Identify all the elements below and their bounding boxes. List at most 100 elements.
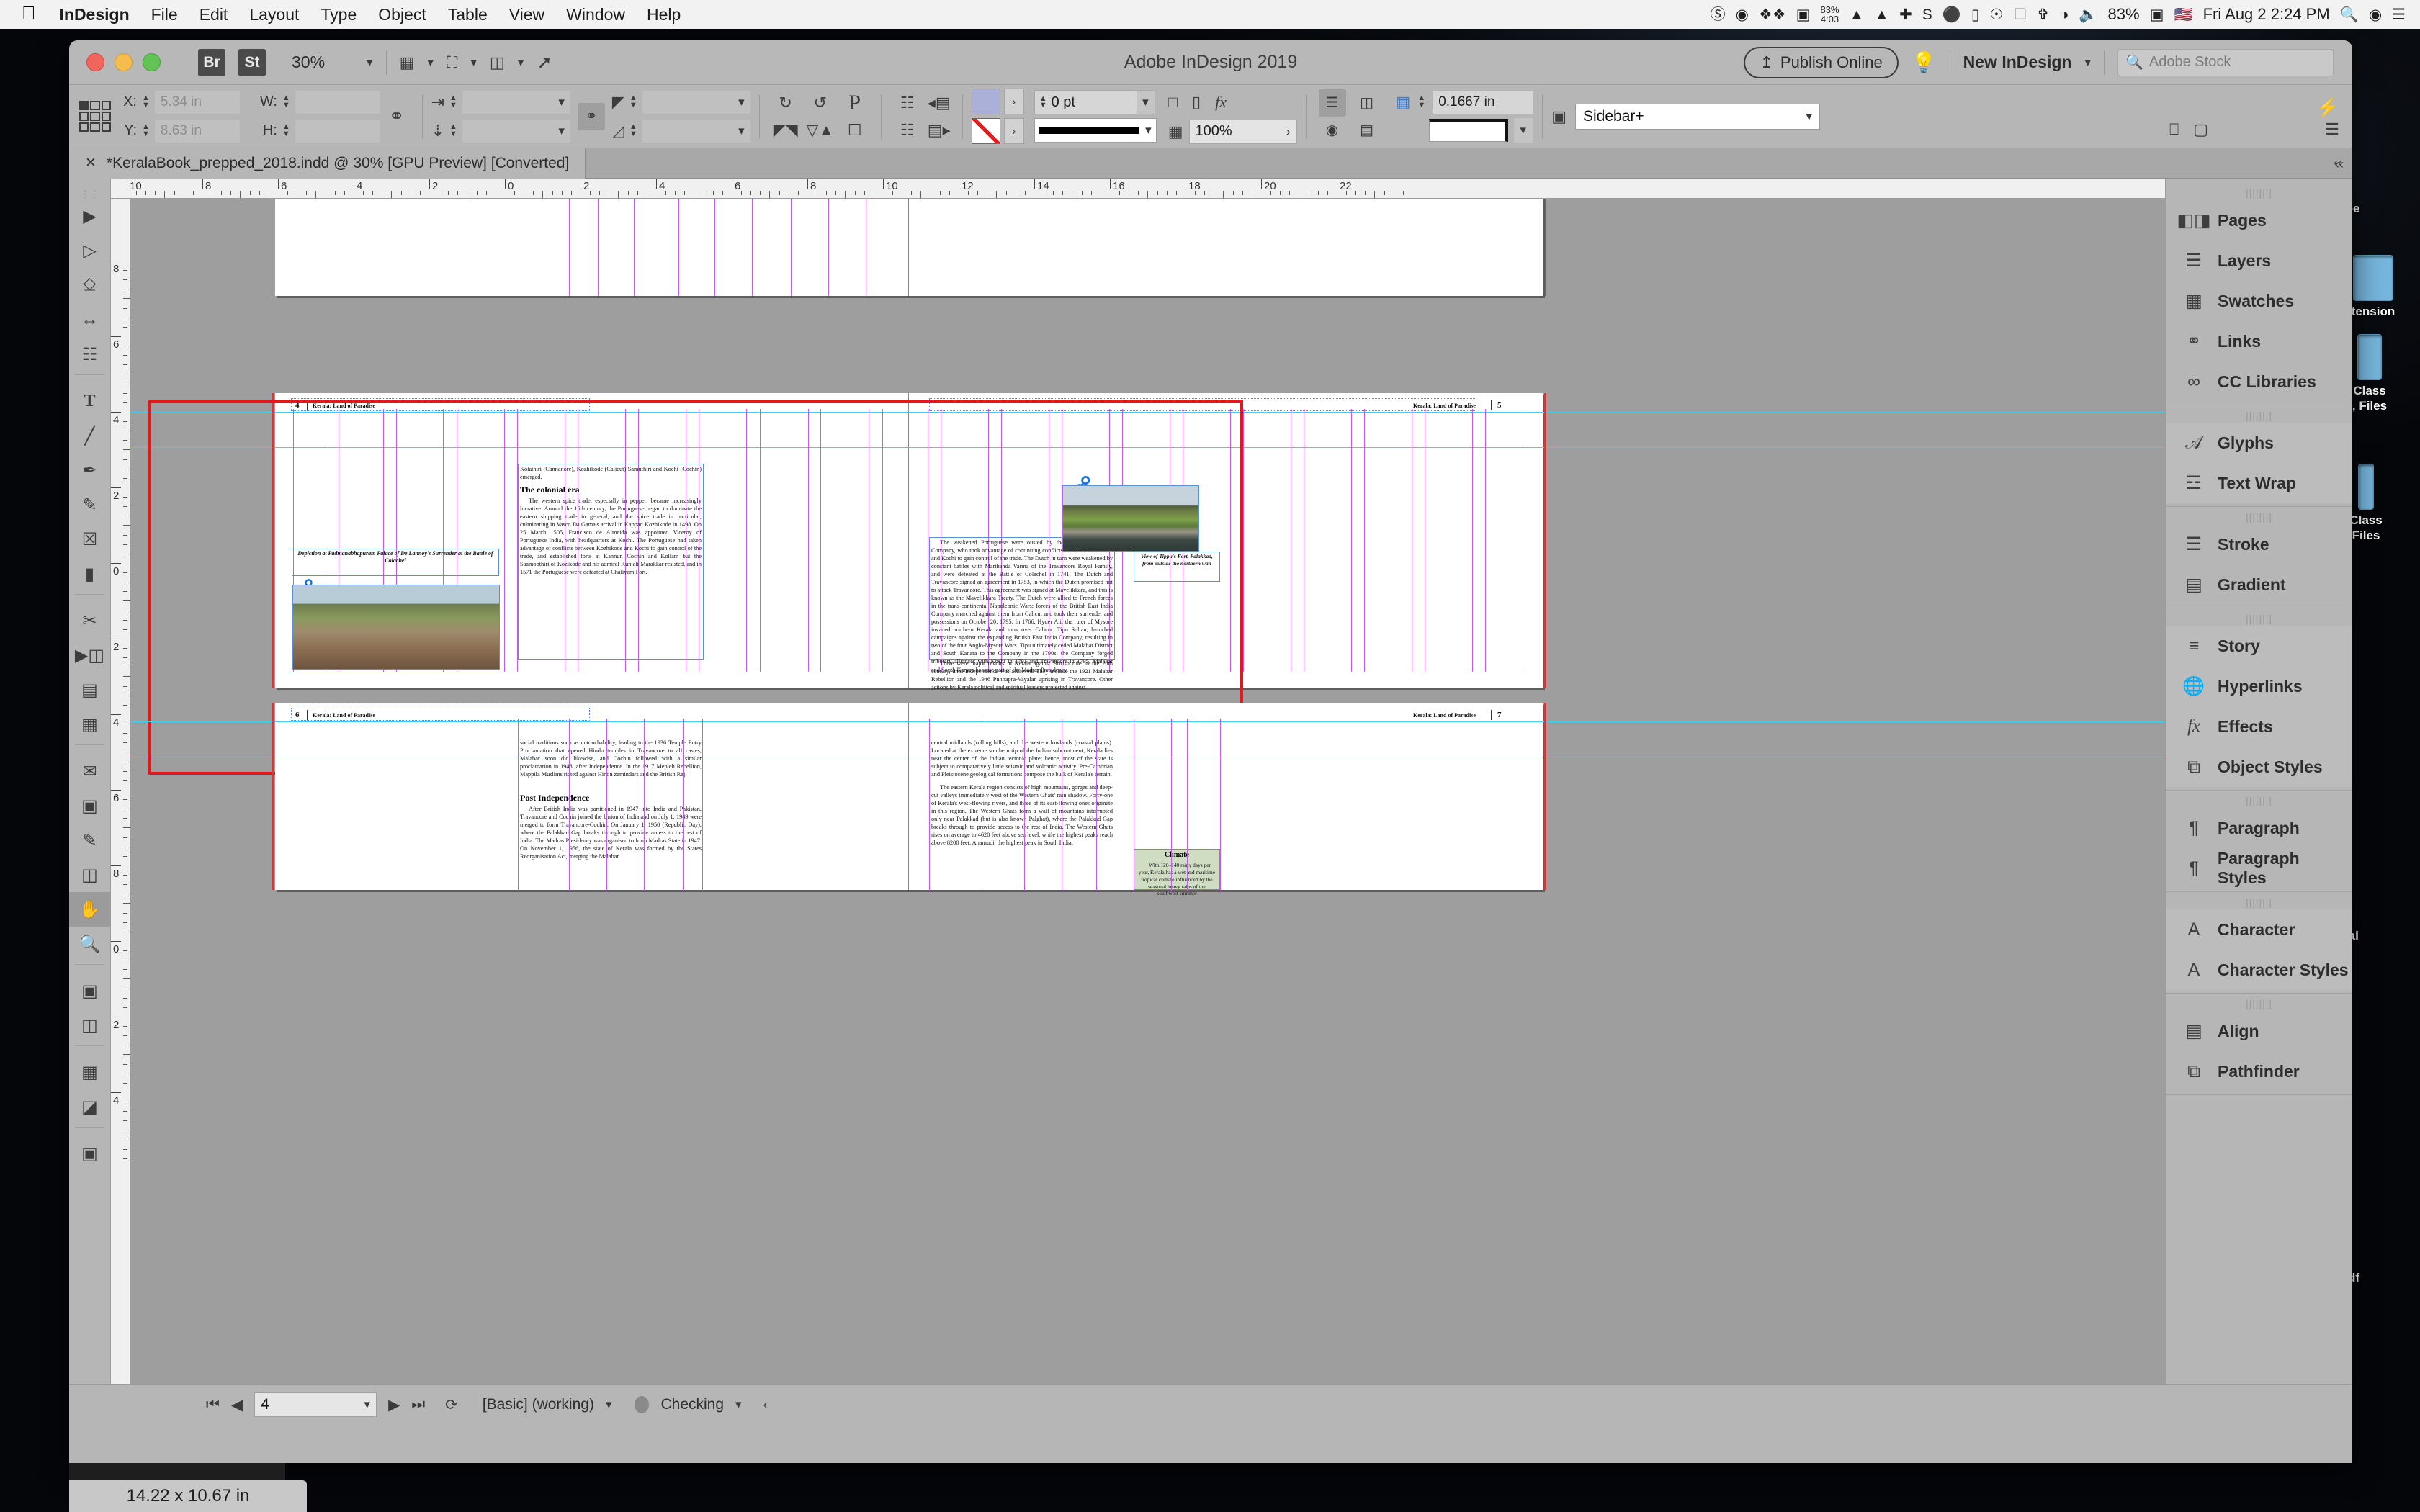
dock-group-grip[interactable]: |||||||| xyxy=(2166,793,2352,808)
stroke-type-chevron-down-icon[interactable]: ▾ xyxy=(1139,123,1152,138)
fill-color-swatch[interactable] xyxy=(972,89,1000,114)
h-input[interactable] xyxy=(295,120,380,143)
preflight-status[interactable]: Checking xyxy=(660,1396,724,1413)
rectangle-frame-tool[interactable]: ☒ xyxy=(69,522,110,557)
backup-icon[interactable]: ▲ xyxy=(1850,7,1865,22)
accessibility-icon[interactable]: ☉ xyxy=(1989,7,2003,22)
free-transform-tool[interactable]: ▶◫ xyxy=(69,638,110,672)
clear-overrides-icon[interactable]: ⎕ xyxy=(2169,120,2179,139)
shear-stepper[interactable]: ▲▼ xyxy=(628,124,639,138)
document-tab[interactable]: ✕ *KeralaBook_prepped_2018.indd @ 30% [G… xyxy=(69,148,586,179)
display-icon[interactable]: ▣ xyxy=(1796,7,1811,22)
y-stepper[interactable]: ▲▼ xyxy=(140,124,151,138)
menu-item-file[interactable]: File xyxy=(140,5,189,24)
battery-label[interactable]: 83% xyxy=(2108,5,2140,24)
stroke-weight-stepper[interactable]: ▲▼ xyxy=(1035,96,1052,109)
behance-icon[interactable]: ➚ xyxy=(537,51,552,73)
climate-body[interactable]: With 120–140 rainy days per year, Kerala… xyxy=(1138,862,1216,897)
x-stepper[interactable]: ▲▼ xyxy=(140,95,151,109)
droplet-icon[interactable]: ⚫ xyxy=(1942,7,1961,22)
note-tool[interactable]: ✉ xyxy=(69,754,110,788)
menu-item-indesign[interactable]: InDesign xyxy=(49,5,140,24)
screen-mode-icon[interactable]: ▦ xyxy=(400,53,415,72)
layer-status[interactable]: [Basic] (working) xyxy=(470,1396,594,1413)
workspace-switcher[interactable]: New InDesign xyxy=(1963,53,2072,72)
panel-menu-icon[interactable]: ☰ xyxy=(2325,120,2339,139)
gap-input[interactable]: 0.1667 in xyxy=(1433,91,1533,114)
notification-center-icon[interactable]: ☰ xyxy=(2392,7,2406,22)
rotation-angle-dropdown[interactable]: ▾ xyxy=(642,91,750,114)
maximize-window-button[interactable] xyxy=(143,53,161,71)
publish-online-button[interactable]: ↥ Publish Online xyxy=(1744,47,1898,78)
frame-display-icon[interactable]: ⛶ xyxy=(447,53,457,72)
menu-item-object[interactable]: Object xyxy=(367,5,436,24)
select-content-icon[interactable]: P xyxy=(848,91,861,115)
us-flag-icon[interactable]: 🇺🇸 xyxy=(2174,7,2192,22)
dock-item-pages[interactable]: ◧◨Pages xyxy=(2166,200,2352,240)
hand-tool[interactable]: ✋ xyxy=(69,892,110,927)
dock-item-links[interactable]: ⚭Links xyxy=(2166,321,2352,361)
move-icon[interactable]: ✚ xyxy=(1899,7,1912,22)
page-2[interactable] xyxy=(275,199,909,296)
page-tool[interactable]: ⎒ xyxy=(69,268,110,302)
stock-button[interactable]: St xyxy=(238,49,266,76)
stroke-weight-chevron-down-icon[interactable]: ▾ xyxy=(1137,91,1155,114)
zoom-tool[interactable]: 🔍 xyxy=(69,927,110,961)
bridge-button[interactable]: Br xyxy=(198,49,225,76)
bottom-left-heading[interactable]: Post Independence xyxy=(520,793,589,804)
gradient-swatch-tool[interactable]: ▤ xyxy=(69,672,110,707)
dock-item-character[interactable]: ACharacter xyxy=(2166,909,2352,950)
dock-item-paragraph[interactable]: ¶Paragraph xyxy=(2166,808,2352,848)
zoom-chevron-down-icon[interactable]: ▾ xyxy=(338,55,373,70)
corner-options-icon[interactable]: □ xyxy=(1168,93,1178,112)
wrap-bounding-box-icon[interactable]: ◫ xyxy=(1353,89,1381,117)
wrap-offset-chevron-down-icon[interactable]: ▾ xyxy=(1514,118,1533,143)
siri-icon[interactable]: ◉ xyxy=(2369,7,2382,22)
chevron-down-icon[interactable]: ▾ xyxy=(427,55,434,70)
color-theme-tool[interactable]: ▣ xyxy=(69,788,110,823)
close-icon[interactable]: ✕ xyxy=(85,155,97,171)
tools-grip[interactable]: ⋮⋮ xyxy=(69,189,110,199)
wrap-object-shape-icon[interactable]: ◉ xyxy=(1319,117,1346,144)
scale-x-dropdown[interactable]: ▾ xyxy=(462,91,570,114)
clock[interactable]: Fri Aug 2 2:24 PM xyxy=(2203,5,2330,24)
menu-item-edit[interactable]: Edit xyxy=(189,5,239,24)
shear-angle-dropdown[interactable]: ▾ xyxy=(642,120,750,143)
type-tool[interactable]: T xyxy=(69,384,110,418)
constrain-scale-icon[interactable]: ⚭ xyxy=(578,103,605,130)
menu-item-type[interactable]: Type xyxy=(310,5,367,24)
bottom-left-body-2[interactable]: After British India was partitioned in 1… xyxy=(520,805,702,860)
opacity-field[interactable]: 100%› xyxy=(1189,120,1297,144)
spotlight-icon[interactable]: 🔍 xyxy=(2340,7,2359,22)
airplay-icon[interactable]: ☐ xyxy=(2013,7,2027,22)
drop-shadow-icon[interactable]: ▯ xyxy=(1192,93,1201,112)
document-canvas[interactable]: West Asia, Egypt, ancient Greece and the… xyxy=(131,199,2352,1384)
climate-heading[interactable]: Climate xyxy=(1134,851,1220,859)
fill-swatch-menu-button[interactable]: › xyxy=(1004,89,1024,114)
dock-item-stroke[interactable]: ☰Stroke xyxy=(2166,524,2352,564)
chevron-down-icon[interactable]: ▾ xyxy=(518,55,524,70)
battery-percent-icon[interactable]: 83%4:03 xyxy=(1820,5,1839,24)
device-icon[interactable]: ▯ xyxy=(1971,7,1980,22)
stroke-swatch-menu-button[interactable]: › xyxy=(1004,118,1024,144)
dock-group-grip[interactable]: |||||||| xyxy=(2166,510,2352,524)
content-collector-tool[interactable]: ☷ xyxy=(69,337,110,372)
page-jump-icon[interactable]: ⟳ xyxy=(436,1396,458,1414)
first-page-icon[interactable]: ⏮ xyxy=(206,1396,220,1413)
dnd-icon[interactable]: ◉ xyxy=(1736,7,1749,22)
scale-y-dropdown[interactable]: ▾ xyxy=(462,120,570,143)
line-tool[interactable]: ╱ xyxy=(69,418,110,453)
rotate-clockwise-icon[interactable]: ↻ xyxy=(779,94,792,112)
status-overflow-icon[interactable]: ‹ xyxy=(753,1398,768,1412)
eyedropper-tool[interactable]: ✎ xyxy=(69,823,110,858)
rotate-counterclockwise-icon[interactable]: ↺ xyxy=(814,94,827,112)
dock-group-grip[interactable]: |||||||| xyxy=(2166,895,2352,909)
volume-icon[interactable]: 🔈 xyxy=(2079,7,2097,22)
fx-icon[interactable]: fx xyxy=(1215,93,1227,112)
scale-x-stepper[interactable]: ▲▼ xyxy=(448,95,459,109)
collapse-panels-icon[interactable]: ‹‹ xyxy=(2335,157,2344,172)
dropbox-icon[interactable]: ❖❖ xyxy=(1759,7,1786,22)
y-input[interactable]: 8.63 in xyxy=(155,120,240,143)
pencil-tool[interactable]: ✎ xyxy=(69,487,110,522)
direct-selection-tool[interactable]: ▷ xyxy=(69,233,110,268)
